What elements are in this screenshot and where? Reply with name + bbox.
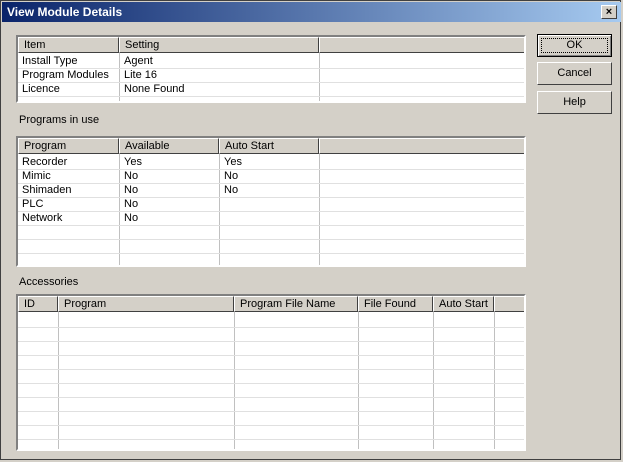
column-divider xyxy=(319,53,320,101)
module-setting: Agent xyxy=(124,55,153,67)
column-divider xyxy=(119,154,120,265)
column-header-program[interactable]: Program xyxy=(58,296,234,312)
ok-button[interactable]: OK xyxy=(537,34,612,57)
program-available: No xyxy=(124,212,139,224)
program-name[interactable]: PLC xyxy=(22,197,43,211)
title-bar[interactable]: View Module Details × xyxy=(2,2,621,22)
row-divider xyxy=(18,439,524,440)
row-divider xyxy=(18,397,524,398)
column-divider xyxy=(234,312,235,449)
column-divider xyxy=(119,53,120,101)
row-divider xyxy=(18,411,524,412)
column-divider xyxy=(433,312,434,449)
row-divider xyxy=(18,355,524,356)
program-name[interactable]: Shimaden xyxy=(22,183,72,197)
row-divider xyxy=(18,183,524,184)
column-header-auto-start[interactable]: Auto Start xyxy=(219,138,319,154)
column-divider xyxy=(219,154,220,265)
column-header-file-found[interactable]: File Found xyxy=(358,296,433,312)
module-item[interactable]: Install Type xyxy=(22,54,77,68)
program-auto-start: Yes xyxy=(224,156,242,168)
module-setting: Lite 16 xyxy=(124,69,158,81)
row-divider xyxy=(18,211,524,212)
column-header-program-file-name[interactable]: Program File Name xyxy=(234,296,358,312)
row-divider xyxy=(18,369,524,370)
cancel-button[interactable]: Cancel xyxy=(537,62,612,85)
close-button[interactable]: × xyxy=(601,5,617,19)
column-header-auto-start[interactable]: Auto Start xyxy=(433,296,494,312)
column-header-blank[interactable] xyxy=(494,296,524,312)
program-available: No xyxy=(124,170,139,182)
column-header-setting[interactable]: Setting xyxy=(119,37,319,53)
program-available: No xyxy=(124,184,139,196)
program-available: Yes xyxy=(124,156,142,168)
column-divider xyxy=(319,154,320,265)
row-divider xyxy=(18,425,524,426)
module-item[interactable]: Licence xyxy=(22,82,60,96)
program-name[interactable]: Mimic xyxy=(22,169,51,183)
row-divider xyxy=(18,96,524,97)
close-icon: × xyxy=(605,6,613,18)
row-divider xyxy=(18,383,524,384)
help-button-label: Help xyxy=(563,96,586,108)
row-divider xyxy=(18,341,524,342)
column-header-available[interactable]: Available xyxy=(119,138,219,154)
column-header-blank[interactable] xyxy=(319,138,524,154)
column-divider xyxy=(358,312,359,449)
column-divider xyxy=(58,312,59,449)
row-divider xyxy=(18,169,524,170)
program-name[interactable]: Network xyxy=(22,211,62,225)
cancel-button-label: Cancel xyxy=(557,67,592,79)
program-available: No xyxy=(124,198,139,210)
module-list[interactable]: Item Setting Install Type Agent Program … xyxy=(16,35,526,103)
accessories-label: Accessories xyxy=(19,276,79,288)
view-module-details-dialog: View Module Details × Item Setting Insta… xyxy=(0,0,621,460)
row-divider xyxy=(18,253,524,254)
column-header-id[interactable]: ID xyxy=(18,296,58,312)
row-divider xyxy=(18,327,524,328)
focus-rectangle xyxy=(541,38,608,53)
module-item[interactable]: Program Modules xyxy=(22,68,109,82)
programs-in-use-label: Programs in use xyxy=(19,114,100,126)
program-name[interactable]: Recorder xyxy=(22,155,67,169)
help-button[interactable]: Help xyxy=(537,91,612,114)
program-auto-start: No xyxy=(224,170,239,182)
program-auto-start: No xyxy=(224,184,239,196)
column-header-blank[interactable] xyxy=(319,37,524,53)
accessories-list[interactable]: ID Program Program File Name File Found … xyxy=(16,294,526,451)
row-divider xyxy=(18,82,524,83)
column-header-program[interactable]: Program xyxy=(18,138,119,154)
dialog-title: View Module Details xyxy=(7,5,123,19)
column-header-item[interactable]: Item xyxy=(18,37,119,53)
column-divider xyxy=(494,312,495,449)
module-setting: None Found xyxy=(124,83,185,95)
programs-list[interactable]: Program Available Auto Start Recorder Ye… xyxy=(16,136,526,267)
row-divider xyxy=(18,239,524,240)
row-divider xyxy=(18,197,524,198)
row-divider xyxy=(18,225,524,226)
